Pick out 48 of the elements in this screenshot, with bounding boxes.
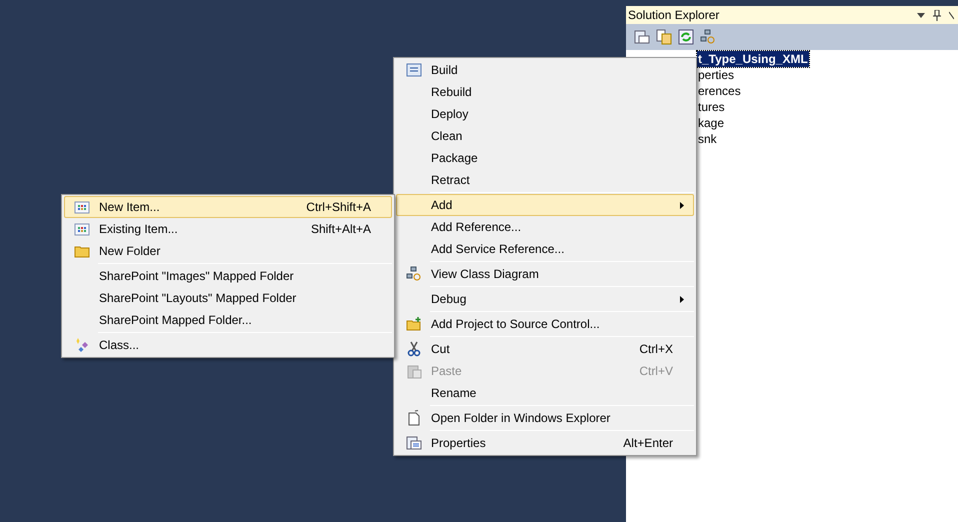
- menu-item[interactable]: Add Service Reference...: [396, 238, 694, 260]
- menu-item[interactable]: Deploy: [396, 103, 694, 125]
- menu-item[interactable]: Clean: [396, 125, 694, 147]
- menu-item[interactable]: Rename: [396, 382, 694, 404]
- item-grid-icon: [74, 221, 90, 237]
- menu-item[interactable]: Add Project to Source Control...: [396, 313, 694, 335]
- menu-item[interactable]: Package: [396, 147, 694, 169]
- clipboard-icon: [406, 363, 422, 379]
- menu-item[interactable]: Open Folder in Windows Explorer: [396, 407, 694, 429]
- build-icon: [406, 62, 422, 78]
- menu-item[interactable]: Retract: [396, 169, 694, 191]
- tree-item[interactable]: tures: [697, 99, 726, 115]
- tree-item[interactable]: kage: [697, 115, 726, 131]
- submenu-arrow-icon: [680, 202, 684, 208]
- class-icon: [74, 337, 90, 353]
- menu-item[interactable]: Build: [396, 59, 694, 81]
- properties-icon[interactable]: [634, 29, 650, 45]
- menu-item[interactable]: Existing Item... Shift+Alt+A: [64, 218, 392, 240]
- menu-item[interactable]: Add: [396, 194, 694, 216]
- menu-item[interactable]: SharePoint "Images" Mapped Folder: [64, 265, 392, 287]
- refresh-icon[interactable]: [678, 29, 694, 45]
- panel-title: Solution Explorer: [628, 7, 720, 24]
- menu-item[interactable]: Rebuild: [396, 81, 694, 103]
- pin-icon[interactable]: [933, 10, 941, 20]
- tree-item[interactable]: erences: [697, 83, 742, 99]
- menu-item[interactable]: Add Reference...: [396, 216, 694, 238]
- menu-item[interactable]: Debug: [396, 288, 694, 310]
- menu-item[interactable]: Properties Alt+Enter: [396, 432, 694, 454]
- copy-files-icon[interactable]: [656, 29, 672, 45]
- diagram-search-icon: [406, 266, 422, 282]
- menu-item[interactable]: New Item... Ctrl+Shift+A: [64, 196, 392, 218]
- document-icon: [406, 410, 422, 426]
- folder-plus-icon: [406, 316, 422, 332]
- submenu-arrow-icon: [680, 296, 684, 302]
- dropdown-icon[interactable]: [917, 12, 925, 18]
- menu-item[interactable]: SharePoint "Layouts" Mapped Folder: [64, 287, 392, 309]
- tree-item[interactable]: t_Type_Using_XML: [697, 51, 809, 67]
- tree-item[interactable]: snk: [697, 131, 718, 147]
- scissors-icon: [406, 341, 422, 357]
- item-grid-icon: [74, 199, 90, 215]
- properties-icon: [406, 435, 422, 451]
- menu-item[interactable]: SharePoint Mapped Folder...: [64, 309, 392, 331]
- menu-item[interactable]: Class...: [64, 334, 392, 356]
- menu-item[interactable]: Cut Ctrl+X: [396, 338, 694, 360]
- tree-item[interactable]: perties: [697, 67, 736, 83]
- diagram-search-icon[interactable]: [700, 29, 716, 45]
- menu-item[interactable]: View Class Diagram: [396, 263, 694, 285]
- menu-item[interactable]: New Folder: [64, 240, 392, 262]
